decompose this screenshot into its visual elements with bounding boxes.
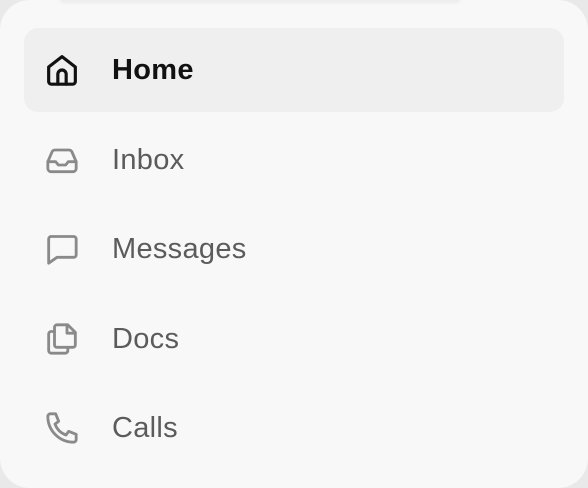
top-edge-shadow [60, 0, 460, 2]
home-icon [42, 50, 82, 90]
message-icon [42, 229, 82, 269]
inbox-icon [42, 140, 82, 180]
sidebar-item-docs[interactable]: Docs [24, 297, 564, 381]
sidebar-item-inbox[interactable]: Inbox [24, 118, 564, 202]
sidebar-item-home[interactable]: Home [24, 28, 564, 112]
sidebar-nav: Home Inbox Messages Docs Calls [24, 28, 564, 476]
docs-icon [42, 319, 82, 359]
phone-icon [42, 408, 82, 448]
sidebar-item-calls[interactable]: Calls [24, 386, 564, 470]
sidebar-item-messages[interactable]: Messages [24, 207, 564, 291]
sidebar-item-label: Messages [112, 233, 247, 265]
sidebar-item-label: Calls [112, 412, 178, 444]
sidebar-item-label: Inbox [112, 143, 185, 176]
sidebar-item-label: Home [112, 54, 194, 86]
sidebar-panel: Home Inbox Messages Docs Calls [0, 0, 588, 488]
sidebar-item-label: Docs [112, 322, 180, 355]
